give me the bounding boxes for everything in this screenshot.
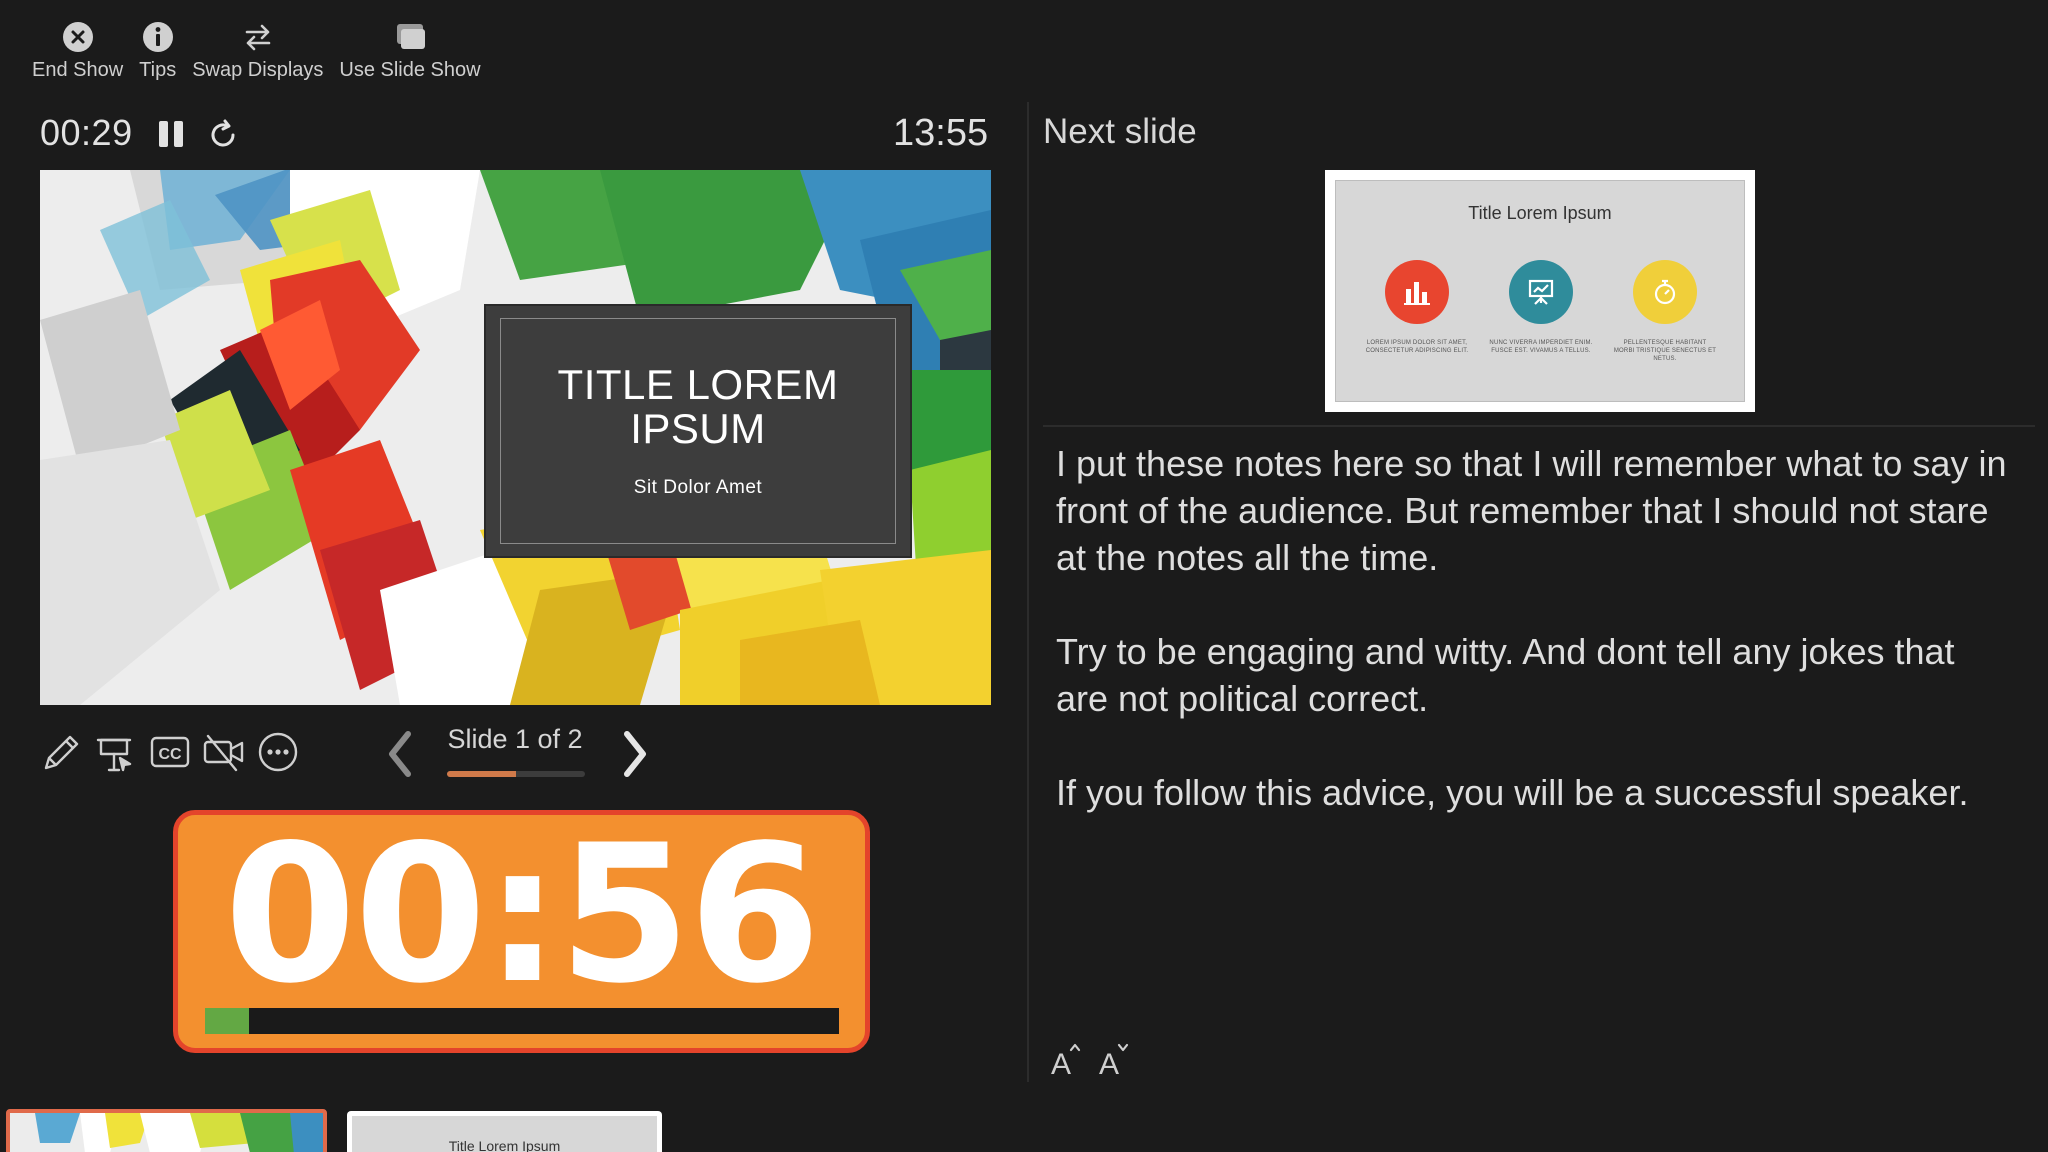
slide-counter: Slide 1 of 2 xyxy=(447,724,583,754)
slide-title-panel: TITLE LOREM IPSUM Sit Dolor Amet xyxy=(486,306,910,556)
next-slide-preview[interactable]: Title Lorem Ipsum LOREM IPSUM DOLOR SIT … xyxy=(1325,170,1755,412)
cc-icon: CC xyxy=(150,736,190,768)
pen-icon xyxy=(44,735,79,770)
increase-font-button[interactable]: A xyxy=(1047,1040,1087,1081)
slide-progress-fill xyxy=(447,771,516,777)
subtitles-button[interactable]: CC xyxy=(148,730,192,774)
camera-off-icon xyxy=(203,734,244,772)
current-slide: TITLE LOREM IPSUM Sit Dolor Amet xyxy=(40,170,991,705)
pause-icon-bar-left xyxy=(159,121,168,147)
info-circle-icon xyxy=(141,20,175,54)
thumbnail-2-title: Title Lorem Ipsum xyxy=(352,1116,657,1152)
chart-circle-icon xyxy=(1385,260,1449,324)
pause-button[interactable] xyxy=(157,117,187,151)
more-dots-icon xyxy=(258,732,298,772)
use-slide-show-label: Use Slide Show xyxy=(339,59,481,81)
slideshow-screens-icon xyxy=(393,20,427,54)
pause-icon-bar-right xyxy=(174,121,183,147)
end-show-label: End Show xyxy=(32,59,124,81)
presentation-pointer-icon xyxy=(96,738,132,772)
decrease-font-button[interactable]: A xyxy=(1095,1040,1135,1081)
swap-displays-label: Swap Displays xyxy=(192,59,324,81)
next-slide-label: Next slide xyxy=(1043,112,1197,151)
laser-pointer-button[interactable] xyxy=(94,730,138,774)
next-slide-caption-2: NUNC VIVERRA IMPERDIET ENIM. FUSCE EST. … xyxy=(1489,340,1593,354)
chevron-left-icon xyxy=(389,731,411,777)
font-increase-icon: A xyxy=(1051,1043,1081,1081)
notes-divider[interactable] xyxy=(1043,425,2035,427)
swap-arrows-icon xyxy=(241,20,275,54)
slide-thumbnail-2[interactable]: Title Lorem Ipsum xyxy=(347,1111,662,1152)
restart-timer-button[interactable] xyxy=(205,117,241,153)
pen-tool-button[interactable] xyxy=(40,730,84,774)
thumbnail-art xyxy=(10,1113,323,1152)
speaker-notes[interactable]: I put these notes here so that I will re… xyxy=(1056,440,2016,863)
next-slide-title: Title Lorem Ipsum xyxy=(1468,203,1612,223)
svg-text:A: A xyxy=(1099,1048,1119,1080)
countdown-timer: 00:56 xyxy=(173,810,870,1053)
stopwatch-circle-icon xyxy=(1633,260,1697,324)
slide-thumbnail-1[interactable] xyxy=(6,1109,327,1152)
slide-progress-track xyxy=(447,771,585,777)
slide-title-frame: TITLE LOREM IPSUM Sit Dolor Amet xyxy=(500,318,896,544)
pane-divider[interactable] xyxy=(1027,102,1029,1082)
current-time: 13:55 xyxy=(893,112,989,154)
countdown-time: 00:56 xyxy=(224,804,821,1025)
notes-paragraph: Try to be engaging and witty. And dont t… xyxy=(1056,631,1955,719)
font-decrease-icon: A xyxy=(1099,1043,1129,1081)
swap-displays-button[interactable]: Swap Displays xyxy=(184,20,331,92)
next-slide-caption-1: LOREM IPSUM DOLOR SIT AMET, CONSECTETUR … xyxy=(1365,340,1469,354)
slide-title: TITLE LOREM IPSUM xyxy=(557,361,839,452)
tips-button[interactable]: Tips xyxy=(131,20,184,92)
next-slide-canvas: Title Lorem Ipsum LOREM IPSUM DOLOR SIT … xyxy=(1335,180,1745,402)
tips-label: Tips xyxy=(139,59,177,81)
svg-text:CC: CC xyxy=(158,746,182,763)
slide-subtitle: Sit Dolor Amet xyxy=(633,477,763,498)
countdown-progress-fill xyxy=(205,1008,250,1034)
presenter-tools: CC xyxy=(40,730,300,774)
end-show-button[interactable]: End Show xyxy=(24,20,131,92)
close-circle-icon xyxy=(61,20,95,54)
next-slide-caption-3: PELLENTESQUE HABITANT MORBI TRISTIQUE SE… xyxy=(1613,340,1717,362)
restart-icon xyxy=(211,119,235,147)
camera-toggle-button[interactable] xyxy=(202,730,246,774)
presenter-toolbar: End Show Tips Swap Displays Use Slide Sh… xyxy=(24,20,489,92)
svg-text:A: A xyxy=(1051,1048,1071,1080)
next-slide-button[interactable] xyxy=(615,728,655,780)
elapsed-timer: 00:29 xyxy=(40,112,133,153)
more-options-button[interactable] xyxy=(256,730,300,774)
presentation-board-circle-icon xyxy=(1509,260,1573,324)
notes-paragraph: If you follow this advice, you will be a… xyxy=(1056,772,1969,813)
notes-paragraph: I put these notes here so that I will re… xyxy=(1056,443,2007,578)
countdown-progress-track xyxy=(205,1008,839,1034)
use-slide-show-button[interactable]: Use Slide Show xyxy=(331,20,488,92)
chevron-right-icon xyxy=(624,731,646,777)
previous-slide-button[interactable] xyxy=(380,728,420,780)
